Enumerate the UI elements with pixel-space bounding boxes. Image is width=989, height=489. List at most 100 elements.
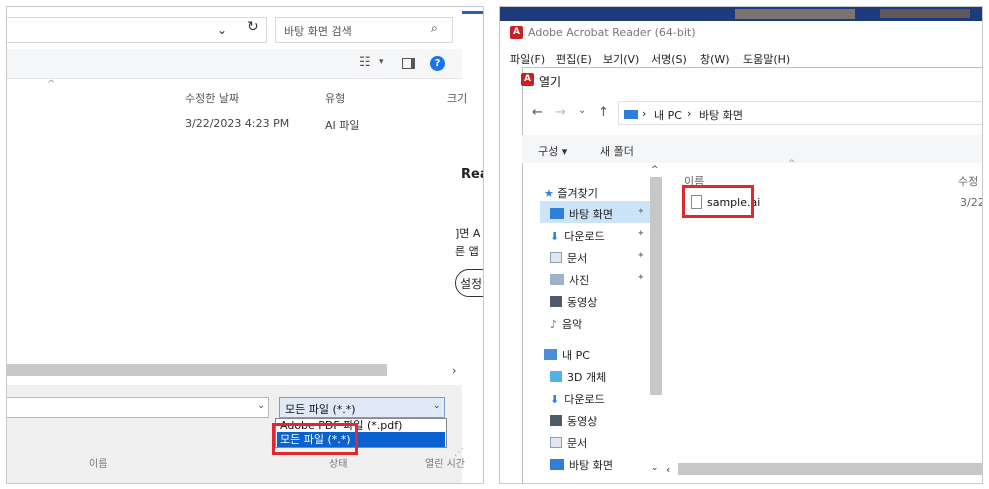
- menu-window[interactable]: 창(W): [700, 51, 730, 67]
- chevron-down-icon[interactable]: ⌄: [433, 401, 441, 411]
- nav-label: 바탕 화면: [569, 459, 613, 472]
- chevron-right-icon[interactable]: ›: [452, 364, 456, 377]
- nav-label: 문서: [567, 437, 588, 450]
- nav-item-pictures[interactable]: 사진: [550, 272, 589, 288]
- pin-icon[interactable]: ✦: [637, 229, 645, 239]
- music-icon: ♪: [550, 318, 558, 331]
- chevron-down-icon[interactable]: ⌄: [651, 463, 659, 473]
- command-bar: [522, 135, 982, 163]
- left-screenshot: ⌄ ↻ 바탕 화면 검색 ⌕ ☷ ▾ ? ^ 수정한 날짜 유형 크기 3/22…: [6, 6, 484, 484]
- nav-item-pc-downloads[interactable]: ⬇ 다운로드: [550, 391, 605, 407]
- desktop-background: [880, 9, 970, 18]
- menu-bar: 파일(F) 편집(E) 보기(V) 서명(S) 창(W) 도움말(H): [500, 47, 982, 67]
- nav-item-videos[interactable]: 동영상: [550, 294, 597, 310]
- menu-sign[interactable]: 서명(S): [651, 51, 687, 67]
- pin-icon[interactable]: ✦: [637, 207, 645, 217]
- chevron-down-icon[interactable]: ▾: [379, 57, 384, 67]
- 3d-objects-icon: [550, 371, 562, 382]
- nav-label: 음악: [562, 318, 583, 331]
- organize-button[interactable]: 구성 ▾: [538, 143, 567, 159]
- refresh-icon[interactable]: ↻: [247, 19, 259, 35]
- view-options-icon[interactable]: ☷: [359, 55, 371, 70]
- forward-arrow-icon[interactable]: →: [555, 105, 566, 120]
- chevron-down-icon[interactable]: ⌄: [578, 105, 586, 116]
- download-icon: ⬇: [550, 393, 560, 406]
- chevron-right-icon: ›: [687, 107, 692, 120]
- nav-quick-access[interactable]: ★ 즐겨찾기: [544, 185, 598, 201]
- computer-icon: [544, 349, 557, 360]
- nav-item-pc-desktop[interactable]: 바탕 화면: [550, 457, 613, 473]
- menu-view[interactable]: 보기(V): [603, 51, 639, 67]
- nav-label: 사진: [569, 274, 590, 287]
- chevron-down-icon[interactable]: ⌄: [217, 23, 227, 37]
- chevron-down-icon[interactable]: ⌄: [257, 400, 265, 411]
- nav-item-pc-videos[interactable]: 동영상: [550, 413, 597, 429]
- search-icon[interactable]: ⌕: [431, 21, 438, 36]
- chevron-left-icon[interactable]: ‹: [666, 463, 670, 476]
- menu-edit[interactable]: 편집(E): [556, 51, 592, 67]
- nav-label: 즐겨찾기: [557, 187, 598, 200]
- footer-column-name: 이름: [89, 459, 108, 470]
- address-bar[interactable]: [7, 17, 267, 43]
- breadcrumb-desktop[interactable]: 바탕 화면: [699, 107, 743, 123]
- nav-label: 바탕 화면: [569, 208, 613, 221]
- nav-item-downloads[interactable]: ⬇ 다운로드: [550, 228, 605, 244]
- back-arrow-icon[interactable]: ←: [532, 105, 543, 120]
- pin-icon[interactable]: ✦: [637, 251, 645, 261]
- column-header-date[interactable]: 수정한 날짜: [185, 90, 239, 106]
- download-icon: ⬇: [550, 230, 560, 243]
- pin-icon[interactable]: ✦: [637, 273, 645, 283]
- document-icon: [550, 252, 562, 263]
- desktop-background: [735, 9, 855, 19]
- file-name-input[interactable]: [7, 397, 269, 418]
- column-header-size[interactable]: 크기: [447, 90, 467, 106]
- desktop-icon: [550, 208, 564, 219]
- preview-pane-icon[interactable]: [402, 58, 415, 69]
- toolbar: [7, 49, 462, 79]
- background-window-text: 른 앱: [455, 245, 479, 258]
- highlight-box: [272, 423, 358, 455]
- background-settings-button[interactable]: 설정: [455, 269, 483, 297]
- videos-icon: [550, 415, 562, 426]
- nav-label: 다운로드: [564, 393, 605, 406]
- nav-label: 다운로드: [564, 230, 605, 243]
- new-folder-button[interactable]: 새 폴더: [600, 143, 634, 159]
- help-icon[interactable]: ?: [430, 56, 445, 71]
- vertical-scrollbar[interactable]: [650, 177, 662, 395]
- nav-this-pc[interactable]: 내 PC: [544, 347, 590, 363]
- menu-file[interactable]: 파일(F): [510, 51, 545, 67]
- nav-item-documents[interactable]: 문서: [550, 250, 587, 266]
- acrobat-icon: A: [510, 26, 523, 39]
- file-type-select[interactable]: 모든 파일 (*.*): [279, 397, 445, 418]
- background-window-title: Rea: [461, 167, 483, 182]
- folder-icon: [624, 110, 638, 119]
- document-icon: [550, 437, 562, 448]
- nav-item-music[interactable]: ♪ 음악: [550, 316, 582, 332]
- horizontal-scrollbar[interactable]: [7, 364, 387, 376]
- pictures-icon: [550, 274, 564, 285]
- nav-label: 3D 개체: [567, 371, 607, 384]
- app-title: Adobe Acrobat Reader (64-bit): [528, 26, 696, 39]
- videos-icon: [550, 296, 562, 307]
- file-date: 3/22/2023 4:23 PM: [185, 117, 290, 130]
- background-window-accent: [462, 11, 483, 14]
- column-header-date[interactable]: 수정: [958, 173, 978, 189]
- desktop-icon: [550, 459, 564, 470]
- right-screenshot: A Adobe Acrobat Reader (64-bit) 파일(F) 편집…: [499, 6, 983, 484]
- chevron-up-icon[interactable]: ^: [651, 165, 659, 175]
- breadcrumb-this-pc[interactable]: 내 PC: [654, 107, 682, 123]
- nav-item-pc-documents[interactable]: 문서: [550, 435, 587, 451]
- resize-grip-icon[interactable]: ⋰: [454, 447, 464, 458]
- column-header-type[interactable]: 유형: [325, 90, 345, 106]
- horizontal-scrollbar[interactable]: [678, 463, 982, 475]
- nav-item-3d-objects[interactable]: 3D 개체: [550, 369, 606, 385]
- nav-label: 문서: [567, 252, 588, 265]
- up-arrow-icon[interactable]: ↑: [598, 105, 609, 120]
- star-icon: ★: [544, 187, 554, 200]
- search-input[interactable]: 바탕 화면 검색: [275, 17, 453, 43]
- sort-caret-icon: ^: [47, 79, 56, 90]
- nav-label: 동영상: [567, 415, 598, 428]
- nav-item-desktop[interactable]: 바탕 화면: [550, 206, 613, 222]
- menu-help[interactable]: 도움말(H): [743, 51, 790, 67]
- nav-label: 내 PC: [562, 349, 590, 362]
